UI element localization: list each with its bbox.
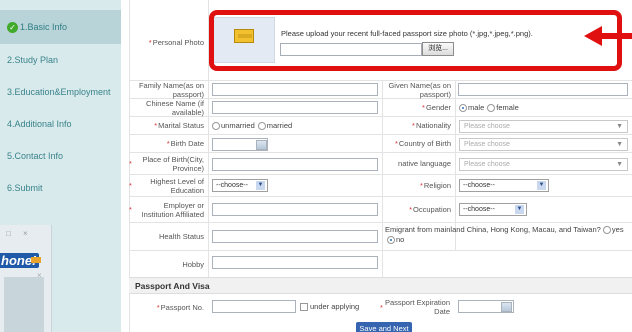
under-applying-label: under applying	[310, 302, 360, 311]
chinese-name-label: Chinese Name (if available)	[146, 98, 204, 117]
arrow-left-icon	[584, 26, 602, 46]
chevron-down-icon: ▼	[537, 181, 546, 190]
marital-married-radio[interactable]	[257, 121, 266, 130]
sidebar-item-submit[interactable]: 6.Submit	[0, 171, 121, 205]
gender-male-radio[interactable]	[459, 103, 467, 112]
sidebar-item-contact-info[interactable]: 5.Contact Info	[0, 139, 121, 173]
employer-label: Employer or Institution Affiliated	[129, 197, 208, 222]
marital-married-label: married	[266, 121, 293, 130]
marital-status-radio-group: unmarried married	[212, 121, 292, 130]
employer-input[interactable]	[212, 203, 378, 216]
family-name-input[interactable]	[212, 83, 378, 96]
country-of-birth-select-value: Please choose	[464, 141, 510, 148]
passport-section-header: Passport And Visa	[129, 277, 632, 294]
health-status-input[interactable]	[212, 230, 378, 243]
gender-female-radio[interactable]	[487, 103, 496, 112]
check-icon: ✓	[7, 21, 18, 33]
place-of-birth-input[interactable]	[212, 158, 378, 171]
highest-education-label: Highest Level of Education	[129, 175, 208, 196]
family-name-label: Family Name(as on passport)	[138, 80, 204, 99]
section-title: Passport And Visa	[135, 281, 210, 291]
gender-female-label: female	[496, 103, 519, 112]
country-of-birth-select[interactable]: Please choose ▼	[459, 138, 628, 151]
religion-label: Religion	[383, 175, 455, 196]
native-language-select[interactable]: Please choose ▼	[459, 158, 628, 171]
nationality-select-value: Please choose	[464, 123, 510, 130]
given-name-input[interactable]	[458, 83, 628, 96]
sidebar-item-label: 5.Contact Info	[7, 151, 64, 161]
gender-radio-group: male female	[459, 103, 519, 112]
passport-no-label: Passport No.	[129, 296, 208, 318]
sidebar-item-label: 3.Education&Employment	[7, 87, 111, 97]
given-name-label: Given Name(as on passport)	[388, 80, 451, 99]
place-of-birth-label: Place of Birth(City, Province)	[129, 153, 208, 174]
highest-education-select[interactable]: --choose-- ▼	[212, 179, 268, 192]
emigrant-question: Emigrant from mainland China, Hong Kong,…	[385, 225, 630, 245]
emigrant-no-label: no	[396, 235, 405, 244]
sidebar-item-label: 2.Study Plan	[7, 55, 59, 65]
save-and-next-button[interactable]: Save and Next	[356, 322, 412, 332]
popup-window-controls[interactable]: □ ×	[6, 229, 33, 238]
marital-unmarried-label: unmarried	[221, 121, 255, 130]
passport-no-input[interactable]	[212, 300, 296, 313]
passport-expiration-label: Passport Expiration Date	[380, 296, 454, 318]
occupation-select[interactable]: --choose-- ▼	[459, 203, 527, 216]
occupation-label: Occupation	[383, 197, 455, 222]
photo-highlight-annotation	[209, 10, 622, 71]
occupation-select-value: --choose--	[463, 206, 495, 213]
sidebar-item-education-employment[interactable]: 3.Education&Employment	[0, 75, 121, 109]
nationality-label: Nationality	[383, 117, 455, 134]
personal-photo-label: Personal Photo	[129, 32, 208, 52]
country-of-birth-label: Country of Birth	[383, 135, 455, 152]
religion-select-value: --choose--	[463, 182, 495, 189]
under-applying-option: under applying	[300, 302, 359, 311]
sidebar-item-label: 6.Submit	[7, 183, 43, 193]
sidebar-item-study-plan[interactable]: 2.Study Plan	[0, 43, 121, 77]
gender-male-label: male	[468, 103, 485, 112]
emigrant-no-radio[interactable]	[387, 236, 395, 245]
chevron-down-icon: ▼	[616, 123, 623, 130]
sidebar-item-label: 1.Basic Info	[20, 22, 68, 32]
sidebar-item-additional-info[interactable]: 4.Additional Info	[0, 107, 121, 141]
highest-education-select-value: --choose--	[216, 182, 248, 189]
birth-date-label: Birth Date	[129, 135, 208, 152]
nationality-select[interactable]: Please choose ▼	[459, 120, 628, 133]
popup-image	[4, 277, 44, 332]
religion-select[interactable]: --choose-- ▼	[459, 179, 549, 192]
health-status-label: Health Status	[158, 232, 204, 241]
marital-unmarried-radio[interactable]	[212, 121, 220, 130]
calendar-icon[interactable]	[501, 302, 512, 312]
hobby-input[interactable]	[212, 256, 378, 269]
sidebar-item-basic-info[interactable]: ✓ 1.Basic Info	[0, 10, 121, 44]
under-applying-checkbox[interactable]	[300, 302, 308, 311]
native-language-select-value: Please choose	[464, 161, 510, 168]
popup-brand-mark	[31, 257, 41, 263]
calendar-icon[interactable]	[256, 140, 267, 150]
chevron-down-icon: ▼	[616, 141, 623, 148]
emigrant-question-text: Emigrant from mainland China, Hong Kong,…	[385, 225, 601, 234]
chevron-down-icon: ▼	[256, 181, 265, 190]
ad-popup[interactable]: □ × hone! ×	[0, 225, 52, 332]
chevron-down-icon: ▼	[616, 161, 623, 168]
emigrant-yes-label: yes	[611, 225, 624, 234]
hobby-label: Hobby	[182, 259, 204, 269]
sidebar-item-label: 4.Additional Info	[7, 119, 72, 129]
gender-label: Gender	[383, 99, 455, 116]
chevron-down-icon: ▼	[515, 205, 524, 214]
marital-status-label: Marital Status	[129, 117, 208, 134]
chinese-name-input[interactable]	[212, 101, 378, 114]
native-language-label: native language	[398, 159, 451, 168]
emigrant-yes-radio[interactable]	[602, 226, 611, 235]
